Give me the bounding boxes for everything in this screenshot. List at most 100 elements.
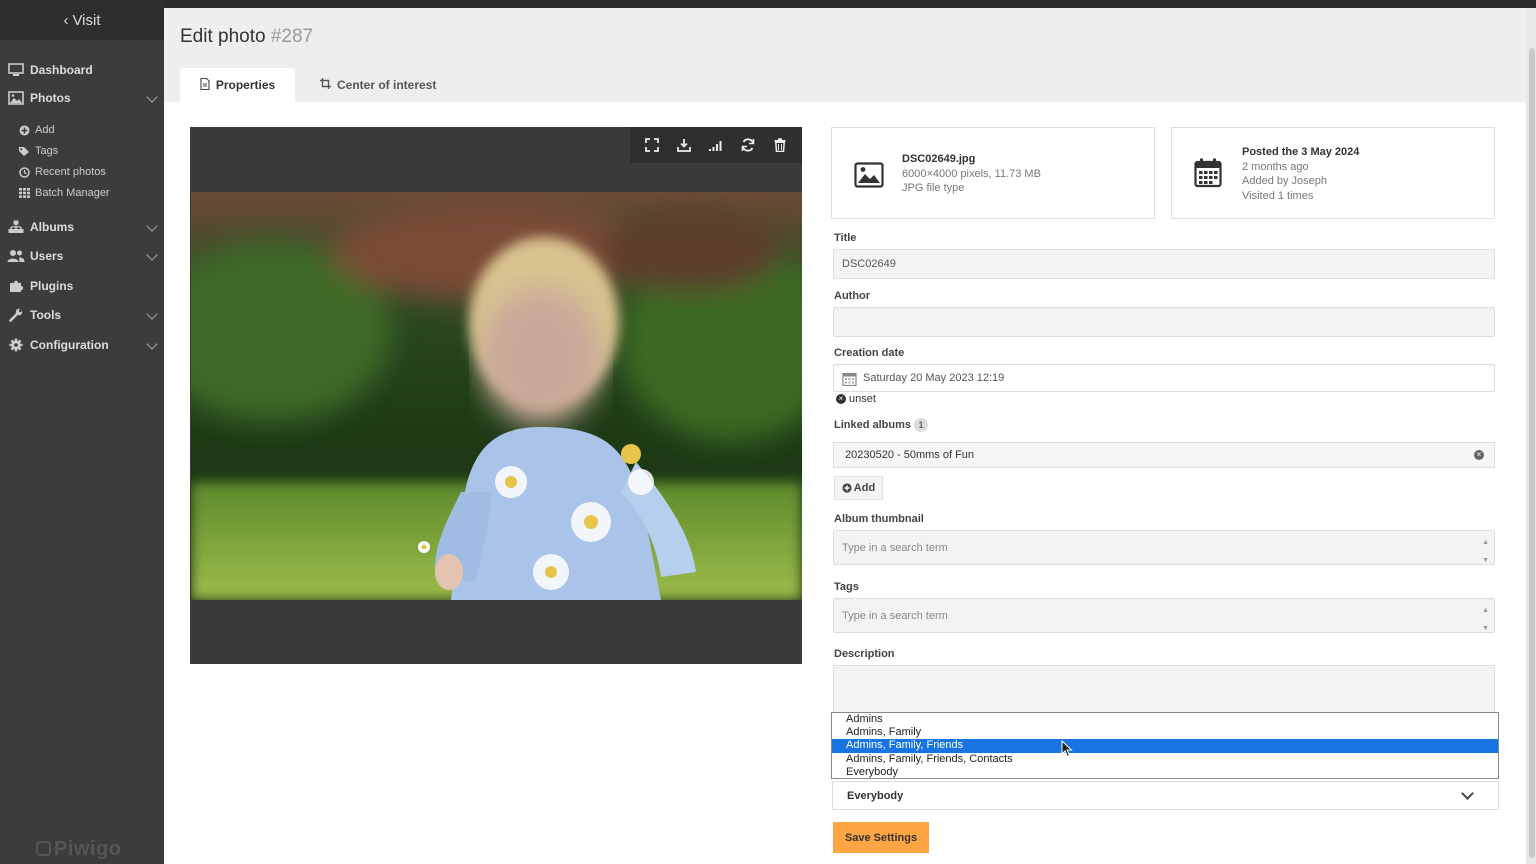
tags-icon <box>18 145 30 157</box>
sidebar-item-albums[interactable]: Albums <box>0 219 164 235</box>
album-thumbnail-input[interactable]: Type in a search term ▲ ▼ <box>833 530 1495 565</box>
privacy-option[interactable]: Everybody <box>832 766 1498 779</box>
chevron-down-icon <box>146 338 158 350</box>
creation-date-input[interactable]: Saturday 20 May 2023 12:19 <box>833 364 1495 392</box>
sidebar-item-configuration[interactable]: Configuration <box>0 337 164 353</box>
calendar-icon <box>1194 158 1226 190</box>
plus-circle-icon <box>18 124 30 136</box>
tags-input[interactable]: Type in a search term ▲ ▼ <box>833 598 1495 633</box>
sidebar-subitem-label: Tags <box>35 145 59 157</box>
page-title: Edit photo #287 <box>180 26 314 47</box>
linked-albums-label: Linked albums 1 <box>834 418 929 432</box>
monitor-icon <box>7 62 25 78</box>
tab-center-of-interest[interactable]: Center of interest <box>320 68 436 102</box>
privacy-option-highlighted[interactable]: Admins, Family, Friends <box>832 739 1498 753</box>
sidebar: ‹ Visit Dashboard Photos Add Tags Recent… <box>0 0 164 864</box>
sidebar-subitem-label: Batch Manager <box>35 187 110 199</box>
file-dimensions: 6000×4000 pixels, 11.73 MB <box>902 167 1041 180</box>
sitemap-icon <box>7 219 25 235</box>
users-icon <box>7 248 25 264</box>
privacy-option[interactable]: Admins, Family, Friends, Contacts <box>832 753 1498 766</box>
sidebar-item-label: Photos <box>30 91 71 105</box>
photo-toolbar <box>630 127 802 163</box>
download-icon[interactable] <box>672 133 696 157</box>
privacy-level-dropdown: Admins Admins, Family Admins, Family, Fr… <box>831 712 1499 779</box>
album-thumbnail-placeholder: Type in a search term <box>842 541 948 554</box>
scroll-arrows-icon: ▲ ▼ <box>1482 607 1489 632</box>
added-by: Added by Joseph <box>1242 175 1328 187</box>
file-name: DSC02649.jpg <box>902 153 976 165</box>
posted-date: Posted the 3 May 2024 <box>1242 146 1360 158</box>
privacy-level-select[interactable]: Everybody <box>832 781 1499 810</box>
author-label: Author <box>834 290 871 302</box>
linked-album-chip: 20230520 - 50mms of Fun × <box>833 442 1495 468</box>
sidebar-subitem-batch-manager[interactable]: Batch Manager <box>0 187 164 199</box>
remove-album-icon[interactable]: × <box>1474 450 1484 460</box>
posted-ago: 2 months ago <box>1242 160 1309 173</box>
sidebar-item-label: Albums <box>30 220 75 234</box>
piwigo-logo-mark-icon <box>36 841 51 856</box>
sidebar-subitem-label: Recent photos <box>35 166 106 178</box>
wrench-icon <box>7 307 25 323</box>
tab-properties[interactable]: Properties <box>180 68 295 102</box>
crop-icon <box>320 78 331 92</box>
save-settings-button[interactable]: Save Settings <box>833 822 929 853</box>
photo-preview <box>191 192 802 600</box>
author-input[interactable] <box>833 307 1495 337</box>
visit-count: Visited 1 times <box>1242 189 1314 202</box>
scrollbar-thumb[interactable] <box>1529 48 1535 858</box>
sidebar-item-users[interactable]: Users <box>0 248 164 264</box>
sidebar-item-plugins[interactable]: Plugins <box>0 278 164 294</box>
sidebar-item-label: Users <box>30 249 64 263</box>
signal-icon[interactable] <box>704 133 728 157</box>
image-icon <box>7 90 25 106</box>
unset-date-link[interactable]: × unset <box>836 393 876 405</box>
tags-label: Tags <box>834 581 859 593</box>
close-circle-icon: × <box>836 394 846 404</box>
sidebar-subitem-tags[interactable]: Tags <box>0 145 164 157</box>
page-scrollbar[interactable] <box>1526 8 1536 864</box>
description-textarea[interactable] <box>833 665 1495 715</box>
add-album-button[interactable]: Add <box>834 476 883 500</box>
fullscreen-icon[interactable] <box>640 133 664 157</box>
sidebar-item-label: Plugins <box>30 279 74 293</box>
chevron-down-icon <box>146 249 158 261</box>
chevron-down-icon <box>146 308 158 320</box>
mouse-cursor-icon <box>1061 739 1075 760</box>
linked-album-name: 20230520 - 50mms of Fun <box>845 449 975 461</box>
post-info-card: Posted the 3 May 2024 2 months ago Added… <box>1171 127 1495 219</box>
privacy-option[interactable]: Admins, Family <box>832 726 1498 739</box>
privacy-selected-value: Everybody <box>847 789 904 802</box>
title-input[interactable]: DSC02649 <box>833 249 1495 279</box>
chevron-down-icon <box>146 91 158 103</box>
trash-icon[interactable] <box>768 133 792 157</box>
visit-label: Visit <box>72 11 101 29</box>
sidebar-subitem-label: Add <box>35 124 55 136</box>
sidebar-item-photos[interactable]: Photos <box>0 90 164 106</box>
file-type: JPG file type <box>902 182 965 194</box>
sidebar-subitem-recent-photos[interactable]: Recent photos <box>0 166 164 178</box>
linked-albums-count: 1 <box>914 418 929 432</box>
sidebar-item-tools[interactable]: Tools <box>0 307 164 323</box>
title-value: DSC02649 <box>842 258 896 270</box>
chevron-down-icon <box>146 220 158 232</box>
top-bar <box>164 0 1536 8</box>
sidebar-item-label: Dashboard <box>30 63 93 77</box>
clock-icon <box>18 166 30 178</box>
tags-placeholder: Type in a search term <box>842 609 948 622</box>
image-icon <box>854 162 886 194</box>
description-label: Description <box>834 648 895 660</box>
sidebar-subitem-add[interactable]: Add <box>0 124 164 136</box>
visit-link[interactable]: ‹ Visit <box>0 0 164 40</box>
sidebar-item-label: Configuration <box>30 338 109 352</box>
photo-id: #287 <box>270 26 314 47</box>
album-thumbnail-label: Album thumbnail <box>834 513 924 525</box>
privacy-option[interactable]: Admins <box>832 713 1498 726</box>
chevron-down-icon <box>1461 787 1474 800</box>
sidebar-item-dashboard[interactable]: Dashboard <box>0 62 164 78</box>
sync-icon[interactable] <box>736 133 760 157</box>
scroll-arrows-icon: ▲ ▼ <box>1482 539 1489 564</box>
creation-date-value: Saturday 20 May 2023 12:19 <box>863 372 1005 384</box>
sidebar-item-label: Tools <box>30 308 62 322</box>
gear-icon <box>7 337 25 353</box>
